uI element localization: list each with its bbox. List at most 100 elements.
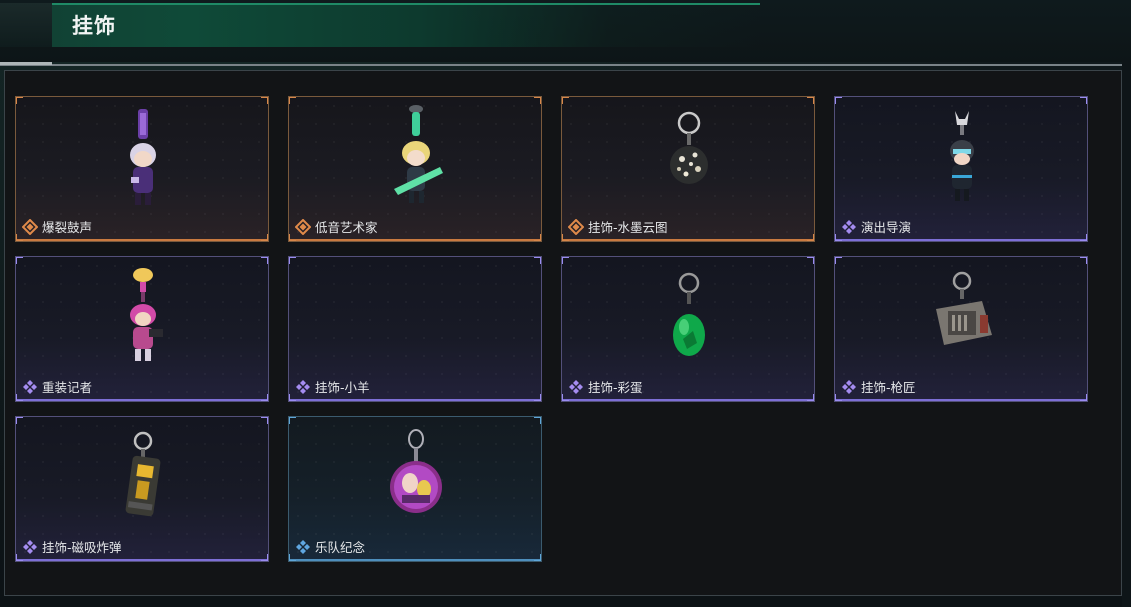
corner-mark <box>534 234 541 241</box>
rarity-bar <box>16 399 268 401</box>
drummer-charm-image <box>130 109 156 205</box>
charm-card[interactable]: 爆裂鼓声 <box>15 96 269 242</box>
four-diamond-icon <box>22 539 38 555</box>
diamond-cross-icon <box>21 218 39 235</box>
ink-ball-charm-image <box>670 111 708 184</box>
card-name: 挂饰-彩蛋 <box>588 380 643 395</box>
card-name: 挂饰-磁吸炸弹 <box>42 540 122 555</box>
rarity-bar <box>16 559 268 561</box>
band-badge-charm-image <box>390 429 442 513</box>
four-diamond-icon <box>295 539 311 555</box>
corner-mark <box>261 394 268 401</box>
header-divider-accent <box>0 62 52 65</box>
header-divider <box>0 64 1122 66</box>
rarity-bar <box>289 399 541 401</box>
corner-mark <box>835 97 842 104</box>
card-label-row: 挂饰-水墨云图 <box>567 217 668 236</box>
card-label-row: 低音艺术家 <box>294 217 378 236</box>
corner-mark <box>562 97 569 104</box>
card-label-row: 爆裂鼓声 <box>21 217 93 236</box>
corner-mark <box>16 554 23 561</box>
corner-mark <box>807 394 814 401</box>
header: 挂饰 <box>0 0 1131 66</box>
charm-card[interactable]: 挂饰-彩蛋 <box>561 256 815 402</box>
corner-mark <box>835 257 842 264</box>
corner-mark <box>562 234 569 241</box>
corner-mark <box>16 234 23 241</box>
corner-mark <box>261 417 268 424</box>
rarity-bar <box>562 399 814 401</box>
corner-mark <box>562 257 569 264</box>
title-tab <box>0 3 52 47</box>
charm-card[interactable]: 挂饰-磁吸炸弹 <box>15 416 269 562</box>
charm-card[interactable]: 演出导演 <box>834 96 1088 242</box>
card-name: 挂饰-水墨云图 <box>588 220 668 235</box>
corner-mark <box>534 417 541 424</box>
charm-card[interactable]: 挂饰-小羊 <box>288 256 542 402</box>
corner-mark <box>16 97 23 104</box>
charm-card[interactable]: 低音艺术家 <box>288 96 542 242</box>
corner-mark <box>16 257 23 264</box>
rarity-bar <box>835 399 1087 401</box>
corner-mark <box>807 257 814 264</box>
card-label-row: 挂饰-小羊 <box>295 377 370 396</box>
diamond-cross-icon <box>567 218 585 235</box>
corner-mark <box>16 417 23 424</box>
corner-mark <box>534 554 541 561</box>
four-diamond-icon <box>841 219 857 235</box>
corner-mark <box>1080 97 1087 104</box>
card-label-row: 重装记者 <box>22 377 92 396</box>
card-name: 爆裂鼓声 <box>42 220 93 235</box>
page: 挂饰 爆裂鼓声 低音艺术家 挂饰-水墨云图 演出导演 重装记者 挂饰-小羊 挂饰… <box>0 0 1131 607</box>
card-label-row: 挂饰-枪匠 <box>841 377 916 396</box>
guitarist-charm-image <box>394 105 443 203</box>
corner-mark <box>261 97 268 104</box>
empty-image <box>289 257 542 375</box>
gunsmith-charm-image <box>936 271 992 345</box>
rarity-bar <box>562 239 814 241</box>
rarity-bar <box>835 239 1087 241</box>
charm-grid-panel: 爆裂鼓声 低音艺术家 挂饰-水墨云图 演出导演 重装记者 挂饰-小羊 挂饰-彩蛋… <box>4 70 1122 596</box>
four-diamond-icon <box>841 379 857 395</box>
corner-mark <box>1080 257 1087 264</box>
corner-mark <box>807 234 814 241</box>
rarity-bar <box>289 239 541 241</box>
card-label-row: 挂饰-彩蛋 <box>568 377 643 396</box>
card-name: 重装记者 <box>42 380 93 395</box>
corner-mark <box>289 394 296 401</box>
charm-card[interactable]: 重装记者 <box>15 256 269 402</box>
card-label-row: 演出导演 <box>841 217 911 236</box>
charm-card[interactable]: 挂饰-水墨云图 <box>561 96 815 242</box>
corner-mark <box>261 234 268 241</box>
rarity-bar <box>289 559 541 561</box>
card-name: 挂饰-枪匠 <box>861 380 916 395</box>
corner-mark <box>289 417 296 424</box>
card-label-row: 挂饰-磁吸炸弹 <box>22 537 122 556</box>
right-edge <box>1122 60 1131 607</box>
corner-mark <box>1080 394 1087 401</box>
bomb-charm-image <box>125 431 161 517</box>
card-name: 挂饰-小羊 <box>315 380 370 395</box>
charm-card[interactable]: 乐队纪念 <box>288 416 542 562</box>
card-name: 演出导演 <box>861 220 912 235</box>
diamond-cross-icon <box>294 218 312 235</box>
corner-mark <box>289 234 296 241</box>
corner-mark <box>835 234 842 241</box>
four-diamond-icon <box>295 379 311 395</box>
four-diamond-icon <box>568 379 584 395</box>
egg-charm-image <box>673 272 705 356</box>
card-name: 低音艺术家 <box>315 220 378 235</box>
card-name: 乐队纪念 <box>315 540 366 555</box>
rarity-bar <box>16 239 268 241</box>
corner-mark <box>289 257 296 264</box>
corner-mark <box>261 554 268 561</box>
corner-mark <box>807 97 814 104</box>
corner-mark <box>261 257 268 264</box>
charm-card[interactable]: 挂饰-枪匠 <box>834 256 1088 402</box>
corner-mark <box>16 394 23 401</box>
corner-mark <box>1080 234 1087 241</box>
corner-mark <box>289 97 296 104</box>
card-label-row: 乐队纪念 <box>295 537 365 556</box>
four-diamond-icon <box>22 379 38 395</box>
director-charm-image <box>950 111 974 201</box>
